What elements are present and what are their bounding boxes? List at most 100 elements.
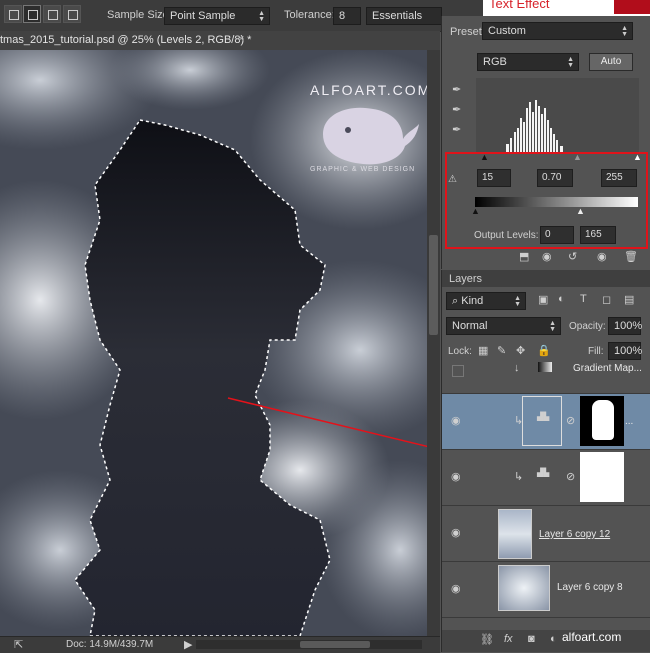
tolerance-input[interactable]: 8 [333,7,361,25]
horizontal-scroll-thumb[interactable] [300,641,370,648]
white-output-slider[interactable]: ▲ [576,206,585,216]
view-previous-icon[interactable]: ◉ [542,250,552,263]
layer-row[interactable]: ↓ Gradient Map... [442,360,650,394]
link-icon[interactable]: ⛓ [480,633,494,646]
document-title: tmas_2015_tutorial.psd @ 25% (Levels 2, … [0,34,252,46]
sample-size-value: Point Sample [170,10,236,22]
reset-icon[interactable]: ↺ [568,250,577,263]
gradient-map-icon [538,362,552,372]
lock-position-icon[interactable]: ✥ [516,344,525,357]
black-output-slider[interactable]: ▲ [471,206,480,216]
intersect-selection-icon[interactable] [63,5,81,23]
mask-thumbnail [580,396,624,446]
output-black-field[interactable]: 0 [540,226,574,244]
smart-filter-icon[interactable]: ▤ [624,293,634,306]
new-selection-icon[interactable] [4,5,22,23]
workspace-value: Essentials [372,10,423,22]
banner-block [614,0,650,14]
layer-row[interactable]: ◉ Layer 6 copy 12 [442,506,650,562]
chevron-updown-icon: ▲ ▼ [621,25,628,38]
filter-kind-select[interactable]: ⌕ Kind ▲ ▼ [446,292,526,310]
mask-thumbnail [580,452,624,502]
layers-tab[interactable]: Layers [449,273,482,285]
chevron-updown-icon: ▲ ▼ [258,10,265,23]
auto-button[interactable]: Auto [589,53,633,71]
blend-mode-select[interactable]: Normal ▲ ▼ [446,317,561,335]
input-gamma-field[interactable]: 0.70 [537,169,573,187]
layer-row[interactable]: ◉ Layer 6 copy 8 [442,562,650,618]
add-selection-icon[interactable] [23,5,41,23]
lock-transparent-icon[interactable]: ▦ [478,344,488,357]
scroll-thumb[interactable] [429,235,438,335]
shape-filter-icon[interactable]: ◻ [602,293,611,306]
lock-image-icon[interactable]: ✎ [497,344,506,357]
close-icon[interactable]: × [238,33,244,45]
adjustment-filter-icon[interactable]: ◐ [558,293,565,305]
doc-info: Doc: 14.9M/439.7M [66,639,154,650]
export-icon[interactable]: ⇱ [14,638,23,651]
lock-label: Lock: [448,346,472,357]
eyedropper-white-icon[interactable]: ✒ [452,123,461,136]
canvas[interactable]: ALFOART.COM GRAPHIC & WEB DESIGN [0,50,427,636]
levels-thumbnail [522,396,562,446]
eye-icon[interactable]: ◉ [597,250,607,263]
clipping-warning-icon[interactable]: ⚠ [448,174,457,185]
eye-icon[interactable]: ◉ [451,526,461,539]
clip-arrow-icon: ↓ [514,362,520,374]
link-icon[interactable]: ⊘ [566,470,575,483]
layers-footer: ⛓ fx ◙ ◐ alfoart.com [442,630,650,652]
fill-input[interactable]: 100% [608,342,642,360]
histogram [476,78,639,152]
play-icon[interactable]: ▶ [184,638,192,651]
channel-select[interactable]: RGB ▲ ▼ [477,53,579,71]
status-bar: ⇱ Doc: 14.9M/439.7M ▶ [0,636,440,653]
credit-text: alfoart.com [562,630,622,644]
fill-label: Fill: [588,346,604,357]
document-tab[interactable]: tmas_2015_tutorial.psd @ 25% (Levels 2, … [0,31,440,51]
eyedropper-icon[interactable]: ✒ [452,83,461,96]
chevron-updown-icon: ▲ ▼ [549,320,556,333]
fx-icon[interactable]: fx [504,633,513,645]
layer-name: Layer 6 copy 8 [557,582,623,593]
preset-value: Custom [488,25,526,37]
sample-size-select[interactable]: Point Sample ▲ ▼ [164,7,270,25]
pixel-filter-icon[interactable]: ▣ [538,293,548,306]
layer-row[interactable]: ◉ ↳ ▟▙ ⊘ [442,450,650,506]
mask-shape [592,400,614,440]
opacity-label: Opacity: [569,321,606,332]
clip-arrow-icon: ↳ [514,471,524,483]
link-icon[interactable]: ⊘ [566,414,575,427]
output-gradient [475,197,638,207]
mask-icon[interactable]: ◙ [528,633,535,645]
workspace-select[interactable]: Essentials [366,7,442,25]
clip-to-layer-icon[interactable]: ⬒ [519,250,529,263]
layer-name: Layer 6 copy 12 [539,529,611,540]
layer-row-selected[interactable]: ◉ ↳ ▟▙ ⊘ ... [442,394,650,450]
preset-select[interactable]: Custom ▲ ▼ [482,22,633,40]
tolerance-label: Tolerance: [284,9,335,21]
sample-size-label: Sample Size: [107,9,172,21]
input-black-field[interactable]: 15 [477,169,511,187]
input-white-field[interactable]: 255 [601,169,637,187]
vertical-scrollbar[interactable] [427,50,440,636]
layer-menu[interactable]: ... [625,416,633,427]
output-white-field[interactable]: 165 [580,226,616,244]
chevron-updown-icon: ▲ ▼ [567,56,574,69]
channel-value: RGB [483,56,507,68]
tolerance-value: 8 [339,10,346,22]
watermark-tagline: GRAPHIC & WEB DESIGN [310,166,416,173]
top-right-banner: Text Effect [483,0,650,16]
opacity-input[interactable]: 100% [608,317,642,335]
type-filter-icon[interactable]: T [580,293,587,305]
eye-icon[interactable]: ◉ [451,414,461,427]
eyedropper-gray-icon[interactable]: ✒ [452,103,461,116]
lock-all-icon[interactable]: 🔒 [537,344,551,357]
trash-icon[interactable]: 🗑 [624,250,638,263]
eye-icon[interactable]: ◉ [451,470,461,483]
levels-histogram-icon: ▟▙ [537,412,550,421]
filter-kind-value: Kind [461,295,484,307]
subtract-selection-icon[interactable] [43,5,61,23]
visibility-toggle[interactable] [452,365,464,377]
eye-icon[interactable]: ◉ [451,582,461,595]
adjustment-icon[interactable]: ◐ [550,633,557,645]
